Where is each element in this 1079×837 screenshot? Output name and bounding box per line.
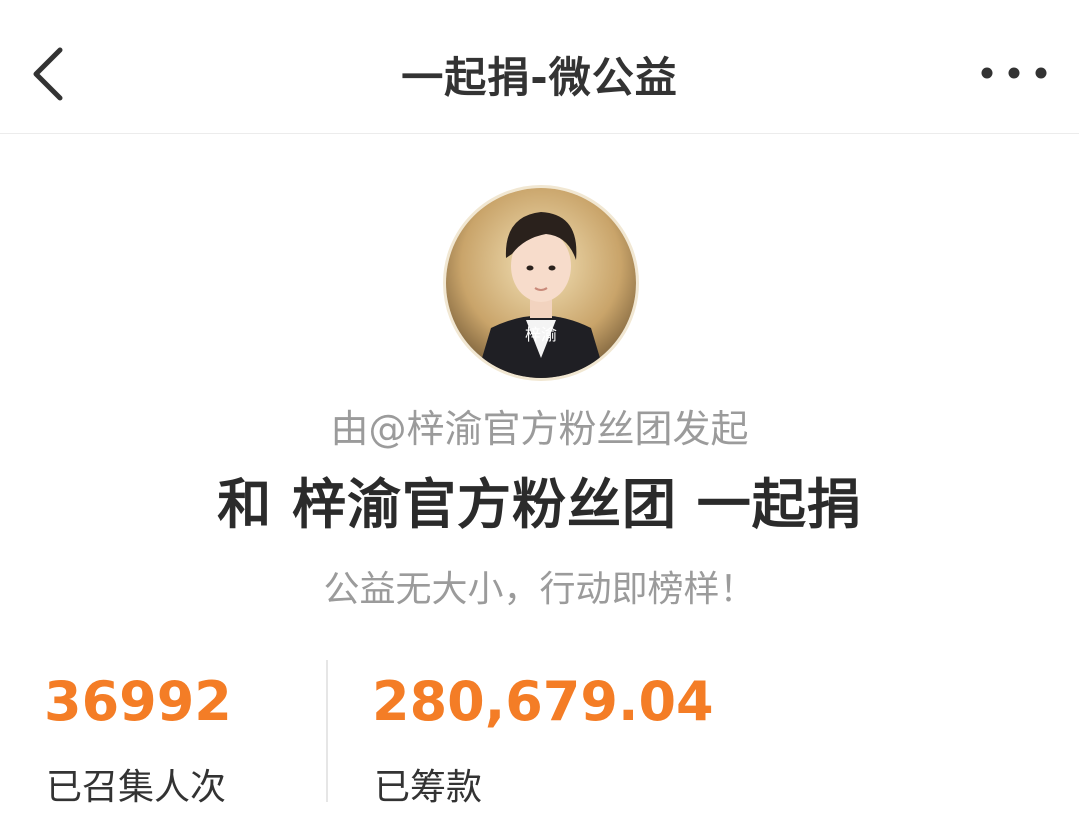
participants-count: 36992 <box>44 670 232 733</box>
avatar-portrait-image: 梓渝 <box>446 188 636 378</box>
raised-label: 已筹款 <box>374 767 483 808</box>
more-button[interactable] <box>979 58 1049 88</box>
campaign-headline: 和 梓渝官方粉丝团 一起捐 <box>217 473 862 536</box>
participants-label: 已召集人次 <box>46 767 227 808</box>
page-title: 一起捐-微公益 <box>401 53 678 102</box>
initiator-text[interactable]: 由@梓渝官方粉丝团发起 <box>0 398 1079 453</box>
campaign-slogan: 公益无大小，行动即榜样！ <box>323 569 756 610</box>
top-nav-bar: 一起捐-微公益 <box>0 0 1079 134</box>
stats-divider <box>326 660 328 802</box>
more-dots-icon <box>981 67 1047 79</box>
avatar[interactable]: 梓渝 <box>443 185 639 381</box>
avatar-caption: 梓渝 <box>525 325 557 344</box>
raised-amount: 280,679.04 <box>372 670 714 733</box>
